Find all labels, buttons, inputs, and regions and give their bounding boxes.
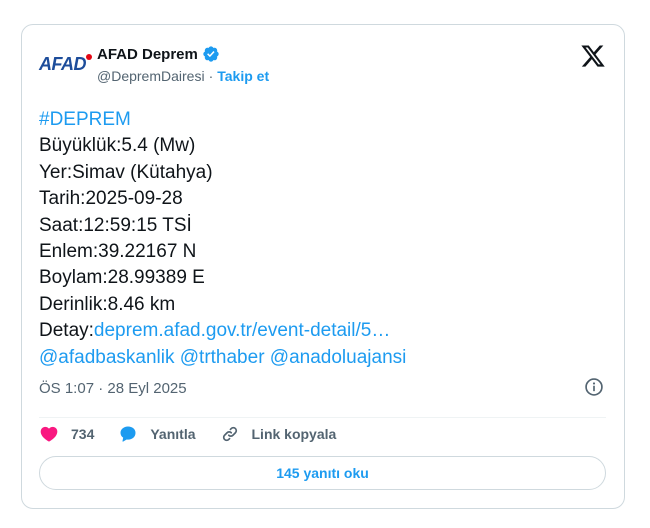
like-count: 734: [71, 426, 95, 442]
x-logo-icon[interactable]: [580, 43, 606, 69]
magnitude-line: Büyüklük:5.4 (Mw): [39, 135, 196, 157]
latitude-line: Enlem:39.22167 N: [39, 241, 197, 263]
info-icon[interactable]: [584, 377, 604, 397]
heart-icon: [40, 426, 58, 442]
tweet-header: AFAD AFAD Deprem @DepremDairesi · Takip …: [39, 43, 606, 91]
copy-link-button[interactable]: Link kopyala: [220, 424, 337, 444]
handle[interactable]: @DepremDairesi: [97, 68, 205, 84]
detail-link[interactable]: deprem.afad.gov.tr/event-detail/5…: [94, 320, 390, 341]
afad-logo: AFAD: [39, 53, 87, 74]
depth-line: Derinlik:8.46 km: [39, 293, 176, 315]
separator: ·: [208, 68, 214, 84]
tweet-text: #DEPREM Büyüklük:5.4 (Mw) Yer:Simav (Küt…: [39, 107, 606, 371]
date-line: Tarih:2025-09-28: [39, 188, 183, 210]
divider: [39, 417, 606, 418]
location-line: Yer:Simav (Kütahya): [39, 161, 213, 183]
detail-label: Detay:: [39, 320, 94, 342]
link-icon: [222, 426, 237, 442]
avatar[interactable]: AFAD: [39, 46, 92, 82]
hashtag-link[interactable]: #DEPREM: [39, 109, 131, 130]
mentions-links[interactable]: @afadbaskanlik @trthaber @anadoluajansi: [39, 347, 406, 368]
reply-label: Yanıtla: [150, 426, 196, 442]
action-bar: 734 Yanıtla Link kopyala: [39, 423, 606, 445]
longitude-line: Boylam:28.99389 E: [39, 267, 205, 289]
afad-logo-dot: [86, 54, 92, 60]
follow-button[interactable]: Takip et: [217, 68, 269, 84]
timestamp[interactable]: ÖS 1:07 · 28 Eyl 2025: [39, 380, 187, 397]
reply-bubble-icon: [120, 426, 136, 442]
like-button[interactable]: 734: [39, 424, 94, 444]
author-names: AFAD Deprem @DepremDairesi · Takip et: [97, 43, 269, 86]
read-replies-label: 145 yanıtı oku: [276, 465, 369, 481]
tweet-meta: ÖS 1:07 · 28 Eyl 2025: [39, 377, 606, 399]
display-name[interactable]: AFAD Deprem: [97, 46, 198, 63]
read-replies-button[interactable]: 145 yanıtı oku: [39, 456, 606, 490]
tweet-card: AFAD AFAD Deprem @DepremDairesi · Takip …: [21, 24, 625, 509]
copy-link-label: Link kopyala: [251, 426, 337, 442]
verified-badge-icon: [203, 46, 219, 62]
reply-button[interactable]: Yanıtla: [118, 424, 196, 444]
time-line: Saat:12:59:15 TSİ: [39, 214, 192, 236]
